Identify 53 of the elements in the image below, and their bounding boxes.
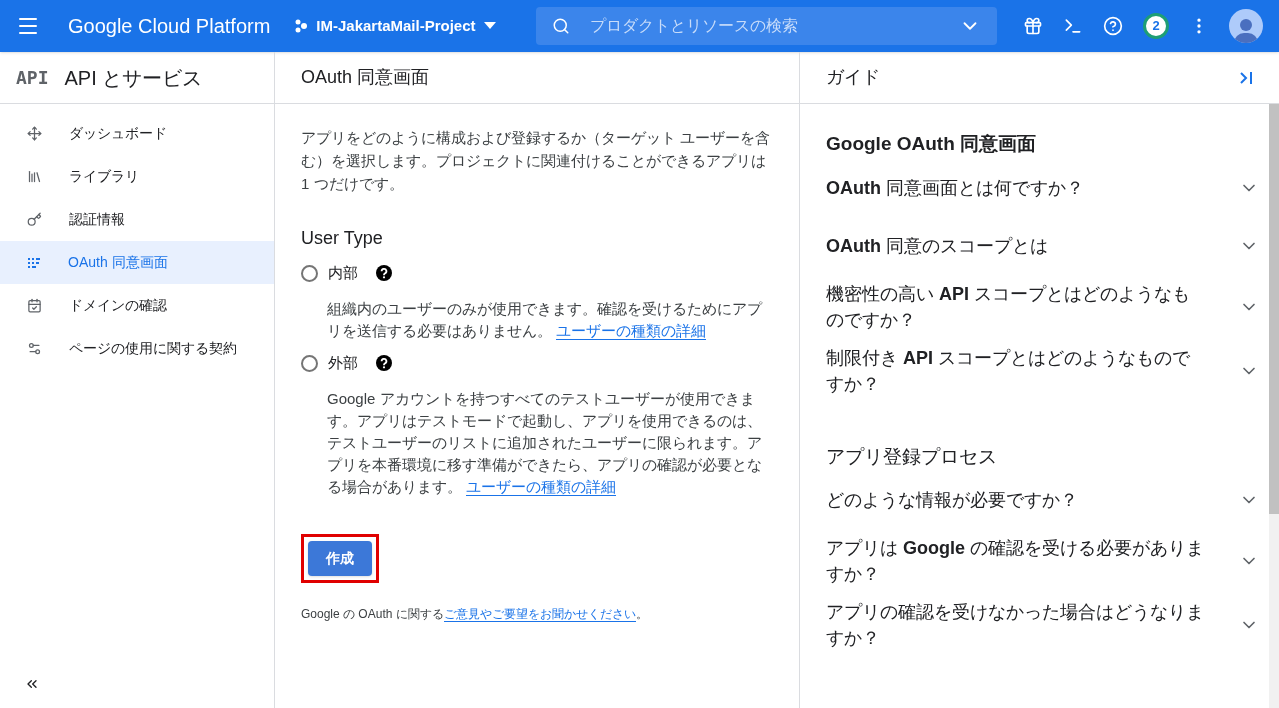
faq-item[interactable]: OAuth 同意画面とは何ですか？ — [826, 158, 1259, 217]
dropdown-arrow-icon — [483, 22, 496, 30]
faq-item[interactable]: OAuth 同意のスコープとは — [826, 216, 1259, 275]
sidebar-item[interactable]: 認証情報 — [0, 198, 274, 241]
hexagon-dots-icon — [294, 19, 309, 33]
calendar-check-icon — [27, 298, 42, 313]
option-label: 外部 — [328, 352, 358, 373]
radio-button[interactable] — [301, 264, 318, 282]
sidebar-item[interactable]: ライブラリ — [0, 155, 274, 198]
option-label: 内部 — [328, 262, 358, 283]
collapse-panel-icon[interactable] — [1239, 70, 1253, 85]
search-field[interactable]: プロダクトとリソースの検索 — [535, 7, 997, 45]
list-settings-icon — [27, 341, 42, 356]
details-link[interactable]: ユーザーの種類の詳細 — [466, 478, 617, 496]
dotted-grid-icon — [27, 255, 41, 270]
faq-item[interactable]: アプリは Google の確認を受ける必要がありますか？ — [826, 529, 1259, 593]
help-icon[interactable] — [376, 355, 392, 371]
sidebar-item[interactable]: ダッシュボード — [0, 112, 274, 155]
product-name: Google Cloud Platform — [68, 14, 271, 39]
guide-section-heading: Google OAuth 同意画面 — [826, 132, 1038, 156]
guide-section-heading: アプリ登録プロセス — [826, 444, 998, 469]
avatar[interactable] — [1229, 9, 1263, 43]
faq-item[interactable]: アプリの確認を受けなかった場合はどうなりますか？ — [826, 593, 1259, 657]
key-icon — [27, 212, 42, 227]
feedback-link[interactable]: ご意見やご要望をお聞かせください — [443, 607, 636, 622]
search-input[interactable]: プロダクトとリソースの検索 — [589, 14, 959, 38]
details-link[interactable]: ユーザーの種類の詳細 — [556, 322, 707, 340]
sidebar-item[interactable]: OAuth 同意画面 — [0, 241, 274, 284]
create-button[interactable]: 作成 — [308, 541, 372, 576]
api-logo: API — [16, 66, 49, 90]
option-description: 組織内のユーザーのみが使用できます。確認を受けるためにアプリを送信する必要はありません。 ユーザーの種類の詳細 — [327, 299, 764, 342]
guide-title: ガイド — [826, 66, 880, 89]
option-description: Google アカウントを持つすべてのテストユーザーが使用できます。アプリはテストモードで起動し、アプリを使用できるのは、テストユーザーのリストに追加されたユーザーに限られます。アプリを本番環境に移す準備ができたら、アプリの確認が必要となる場合があります。 ユーザーの種類の詳細 — [327, 389, 763, 498]
section-title: API とサービス — [64, 65, 203, 91]
faq-item[interactable]: 制限付き API スコープとはどのようなものですか？ — [826, 338, 1259, 403]
help-icon[interactable] — [376, 265, 392, 281]
sidebar-item[interactable]: ドメインの確認 — [0, 284, 274, 327]
arrows-cross-icon — [27, 126, 42, 141]
intro-text: アプリをどのように構成および登録するか（ターゲット ユーザーを含む）を選択します。プロジェクトに関連付けることができるアプリは 1 つだけです。 — [301, 128, 772, 194]
section-heading: User Type — [301, 227, 384, 250]
radio-button[interactable] — [301, 354, 318, 372]
faq-item[interactable]: どのような情報が必要ですか？ — [826, 471, 1259, 529]
terminal-icon[interactable] — [1063, 16, 1083, 36]
gift-icon[interactable] — [1023, 16, 1043, 36]
notification-badge[interactable]: 2 — [1143, 13, 1169, 39]
page-title: OAuth 同意画面 — [301, 66, 430, 89]
feedback-text: Google の OAuth に関するご意見やご要望をお聞かせください。 — [301, 606, 649, 623]
search-icon[interactable] — [551, 17, 570, 35]
sidebar-item[interactable]: ページの使用に関する契約 — [0, 327, 274, 370]
project-selector[interactable]: IM-JakartaMail-Project — [294, 14, 496, 38]
scrollbar[interactable] — [1269, 104, 1279, 708]
faq-item[interactable]: 機密性の高い API スコープとはどのようなものですか？ — [826, 274, 1259, 339]
library-icon — [27, 169, 42, 184]
